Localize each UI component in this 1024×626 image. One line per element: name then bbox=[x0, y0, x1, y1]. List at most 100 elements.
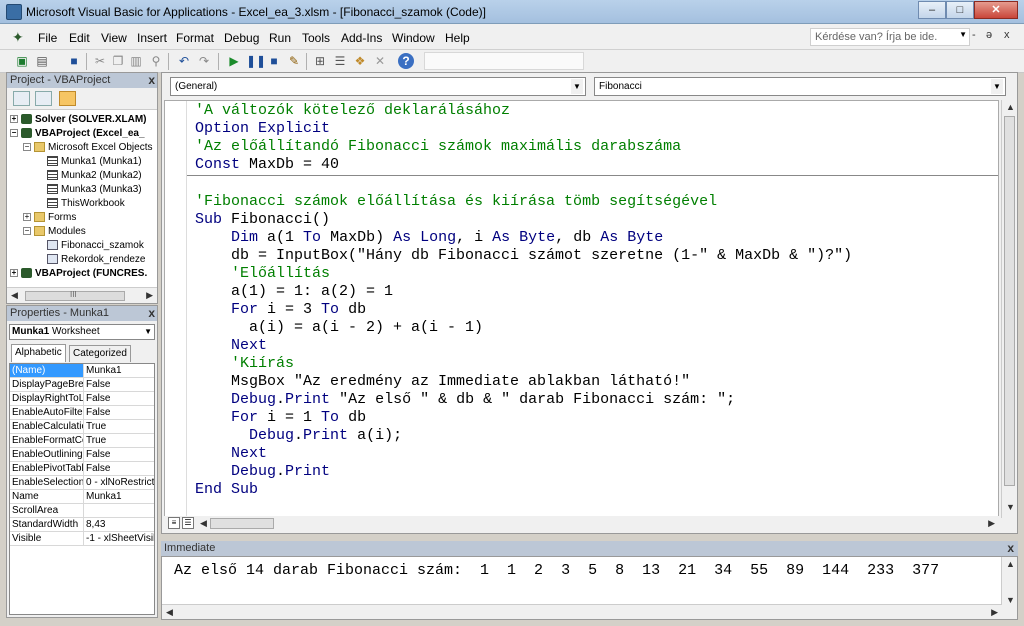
code-line[interactable]: Option Explicit bbox=[195, 120, 330, 138]
scroll-right-icon[interactable]: ▶ bbox=[991, 607, 998, 618]
code-line[interactable]: 'Előállítás bbox=[195, 265, 330, 283]
tree-item[interactable]: − VBAProject (Excel_ea_ bbox=[10, 127, 145, 140]
property-value[interactable] bbox=[84, 504, 154, 517]
menu-window[interactable]: Window bbox=[392, 31, 435, 45]
tree-item[interactable]: − Modules bbox=[23, 225, 86, 238]
maximize-button[interactable]: □ bbox=[946, 1, 974, 19]
tree-item[interactable]: + VBAProject (FUNCRES. bbox=[10, 267, 147, 280]
menu-edit[interactable]: Edit bbox=[69, 31, 90, 45]
property-value[interactable]: Munka1 bbox=[84, 490, 154, 503]
mdi-restore-button[interactable]: ə bbox=[986, 29, 992, 41]
scroll-left-icon[interactable]: ◀ bbox=[166, 607, 173, 618]
properties-close-button[interactable]: x bbox=[148, 306, 155, 321]
property-row[interactable]: DisplayPageBrea False bbox=[10, 378, 154, 392]
menu-file[interactable]: File bbox=[38, 31, 57, 45]
vba-menu-icon[interactable]: ✦ bbox=[12, 29, 30, 45]
scroll-up-icon[interactable]: ▲ bbox=[1006, 559, 1015, 569]
tree-item[interactable]: ThisWorkbook bbox=[47, 197, 125, 210]
immediate-vertical-scrollbar[interactable]: ▲ ▼ bbox=[1001, 557, 1017, 619]
property-row[interactable]: DisplayRightToLe False bbox=[10, 392, 154, 406]
code-margin[interactable] bbox=[165, 101, 187, 517]
property-value[interactable]: True bbox=[84, 434, 154, 447]
paste-icon[interactable]: ▥ bbox=[128, 53, 144, 69]
property-row[interactable]: ScrollArea bbox=[10, 504, 154, 518]
property-value[interactable]: False bbox=[84, 392, 154, 405]
view-code-icon[interactable] bbox=[13, 91, 30, 106]
property-value[interactable]: False bbox=[84, 462, 154, 475]
tree-item[interactable]: − Microsoft Excel Objects bbox=[23, 141, 152, 154]
property-value[interactable]: -1 - xlSheetVisil bbox=[84, 532, 154, 545]
code-line[interactable]: 'Az előállítandó Fibonacci számok maximá… bbox=[195, 138, 681, 156]
scroll-down-icon[interactable]: ▼ bbox=[1006, 595, 1015, 605]
property-row[interactable]: Name Munka1 bbox=[10, 490, 154, 504]
property-value[interactable]: 0 - xlNoRestrict bbox=[84, 476, 154, 489]
scroll-thumb[interactable]: III bbox=[25, 290, 125, 301]
menu-format[interactable]: Format bbox=[176, 31, 214, 45]
code-line[interactable]: 'A változók kötelező deklarálásához bbox=[195, 102, 510, 120]
code-line[interactable]: Dim a(1 To MaxDb) As Long, i As Byte, db… bbox=[195, 229, 663, 247]
run-icon[interactable]: ▶ bbox=[226, 53, 242, 69]
menu-tools[interactable]: Tools bbox=[302, 31, 330, 45]
code-line[interactable]: 'Kiírás bbox=[195, 355, 294, 373]
scroll-thumb[interactable] bbox=[210, 518, 274, 529]
expand-icon[interactable]: + bbox=[10, 269, 18, 278]
code-line[interactable]: a(1) = 1: a(2) = 1 bbox=[195, 283, 393, 301]
procedure-view-icon[interactable]: ≡ bbox=[168, 517, 180, 529]
property-row[interactable]: EnableOutlining False bbox=[10, 448, 154, 462]
save-icon[interactable]: ■ bbox=[66, 53, 82, 69]
immediate-horizontal-scrollbar[interactable]: ◀ ▶ bbox=[162, 604, 1002, 619]
properties-window-icon[interactable]: ☰ bbox=[332, 53, 348, 69]
help-icon[interactable]: ? bbox=[398, 53, 414, 69]
collapse-icon[interactable]: − bbox=[23, 143, 31, 152]
property-row[interactable]: EnableAutoFilter False bbox=[10, 406, 154, 420]
menu-view[interactable]: View bbox=[101, 31, 127, 45]
code-line[interactable]: For i = 1 To db bbox=[195, 409, 366, 427]
object-selector[interactable]: Munka1 Worksheet ▼ bbox=[9, 324, 155, 340]
mdi-close-button[interactable]: x bbox=[1004, 29, 1010, 41]
code-line[interactable]: 'Fibonacci számok előállítása és kiírása… bbox=[195, 193, 717, 211]
property-row[interactable]: EnableCalculatio True bbox=[10, 420, 154, 434]
property-row[interactable]: Visible -1 - xlSheetVisil bbox=[10, 532, 154, 546]
project-close-button[interactable]: x bbox=[148, 73, 155, 88]
scroll-right-icon[interactable]: ▶ bbox=[988, 518, 995, 529]
find-icon[interactable]: ⚲ bbox=[148, 53, 164, 69]
property-value[interactable]: True bbox=[84, 420, 154, 433]
property-value[interactable]: Munka1 bbox=[84, 364, 154, 377]
menu-help[interactable]: Help bbox=[445, 31, 470, 45]
insert-userform-icon[interactable]: ▤ bbox=[34, 53, 50, 69]
expand-icon[interactable]: + bbox=[23, 213, 31, 222]
tab-alphabetic[interactable]: Alphabetic bbox=[11, 344, 66, 362]
toolbox-icon[interactable]: ✕ bbox=[372, 53, 388, 69]
view-excel-icon[interactable]: ▣ bbox=[14, 53, 30, 69]
tree-item[interactable]: + Forms bbox=[23, 211, 76, 224]
collapse-icon[interactable]: − bbox=[23, 227, 31, 236]
scroll-down-icon[interactable]: ▼ bbox=[1006, 502, 1015, 512]
collapse-icon[interactable]: − bbox=[10, 129, 18, 138]
code-line[interactable]: For i = 3 To db bbox=[195, 301, 366, 319]
view-object-icon[interactable] bbox=[35, 91, 52, 106]
copy-icon[interactable]: ❐ bbox=[110, 53, 126, 69]
property-row[interactable]: EnableFormatCo True bbox=[10, 434, 154, 448]
code-line[interactable]: Next bbox=[195, 445, 267, 463]
property-row[interactable]: StandardWidth 8,43 bbox=[10, 518, 154, 532]
code-line[interactable]: MsgBox "Az eredmény az Immediate ablakba… bbox=[195, 373, 690, 391]
scroll-right-icon[interactable]: ▶ bbox=[146, 290, 153, 301]
minimize-button[interactable]: – bbox=[918, 1, 946, 19]
code-line[interactable]: Debug.Print "Az első " & db & " darab Fi… bbox=[195, 391, 735, 409]
design-mode-icon[interactable]: ✎ bbox=[286, 53, 302, 69]
break-icon[interactable]: ❚❚ bbox=[246, 53, 266, 69]
property-row[interactable]: EnableSelection 0 - xlNoRestrict bbox=[10, 476, 154, 490]
cut-icon[interactable]: ✂ bbox=[92, 53, 108, 69]
menu-add-ins[interactable]: Add-Ins bbox=[341, 31, 382, 45]
code-line[interactable]: Const MaxDb = 40 bbox=[195, 156, 339, 174]
code-line[interactable]: Sub Fibonacci() bbox=[195, 211, 330, 229]
tree-item[interactable]: Fibonacci_szamok bbox=[47, 239, 144, 252]
code-line[interactable]: Debug.Print a(i); bbox=[195, 427, 402, 445]
menu-debug[interactable]: Debug bbox=[224, 31, 259, 45]
code-line[interactable]: Debug.Print bbox=[195, 463, 330, 481]
property-row[interactable]: EnablePivotTable False bbox=[10, 462, 154, 476]
close-button[interactable]: ✕ bbox=[974, 1, 1018, 19]
procedure-combo[interactable]: Fibonacci ▼ bbox=[594, 77, 1006, 96]
immediate-close-button[interactable]: x bbox=[1007, 541, 1014, 556]
tree-item[interactable]: Munka2 (Munka2) bbox=[47, 169, 142, 182]
